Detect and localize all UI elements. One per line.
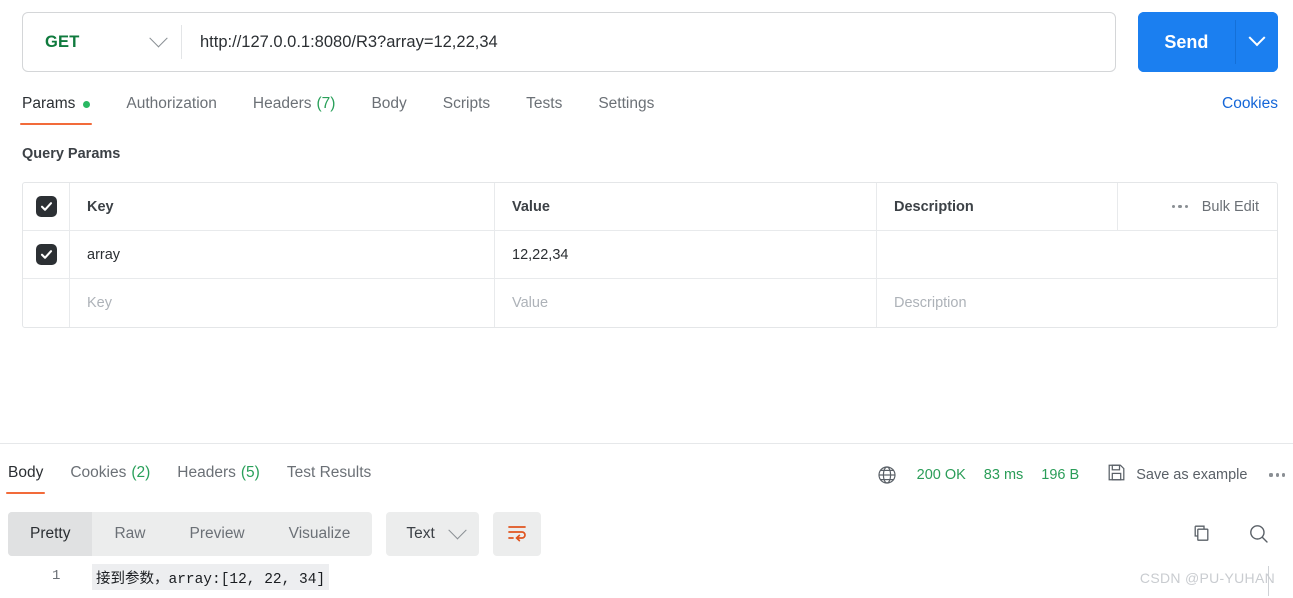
chevron-down-icon xyxy=(448,520,467,539)
row-value-value: 12,22,34 xyxy=(512,246,569,263)
save-as-example-label: Save as example xyxy=(1136,467,1248,483)
word-wrap-icon xyxy=(506,522,528,547)
response-tab-cookies[interactable]: Cookies (2) xyxy=(70,461,150,494)
row-checkbox[interactable] xyxy=(35,244,57,265)
column-header-value: Value xyxy=(495,183,877,230)
row-description-cell[interactable] xyxy=(877,231,1277,278)
column-header-description: Description xyxy=(877,183,1117,230)
body-format-selector[interactable]: Text xyxy=(386,512,479,556)
response-status: 200 OK xyxy=(916,467,966,483)
tab-authorization-label: Authorization xyxy=(126,95,217,112)
row-value-cell[interactable]: 12,22,34 xyxy=(495,231,877,278)
globe-icon[interactable] xyxy=(877,465,897,485)
row-key-cell[interactable]: array xyxy=(70,231,495,278)
response-tab-headers-label: Headers xyxy=(177,464,236,481)
response-tab-body[interactable]: Body xyxy=(5,461,46,494)
column-header-key: Key xyxy=(70,183,495,230)
tab-authorization[interactable]: Authorization xyxy=(126,92,216,125)
bulk-edit-cell: Bulk Edit xyxy=(1117,183,1277,230)
response-tab-test-results[interactable]: Test Results xyxy=(287,461,371,494)
table-header-row: Key Value Description Bulk Edit xyxy=(23,183,1277,231)
url-input[interactable] xyxy=(182,13,1115,71)
floppy-disk-icon xyxy=(1107,463,1126,487)
request-tabs: Params Authorization Headers (7) Body Sc… xyxy=(19,92,1278,132)
tab-headers-label: Headers xyxy=(252,95,312,112)
query-params-table: Key Value Description Bulk Edit array 12… xyxy=(22,182,1278,328)
response-time: 83 ms xyxy=(983,467,1024,483)
send-button[interactable]: Send xyxy=(1138,12,1235,72)
tab-tests-label: Tests xyxy=(526,95,563,112)
response-body-actions xyxy=(1191,512,1271,556)
line-number: 1 xyxy=(52,568,61,584)
body-view-raw[interactable]: Raw xyxy=(92,512,167,556)
body-view-pretty[interactable]: Pretty xyxy=(8,512,93,556)
response-body-toolbar: Pretty Raw Preview Visualize Text xyxy=(8,512,541,556)
magnifier-icon[interactable] xyxy=(1247,522,1271,546)
ellipsis-horizontal-icon[interactable] xyxy=(1172,204,1188,209)
row-value-placeholder: Value xyxy=(512,295,549,311)
tab-params-label: Params xyxy=(22,95,76,112)
response-size: 196 B xyxy=(1041,467,1080,483)
row-value-cell-empty[interactable]: Value xyxy=(495,279,877,327)
column-header-value-label: Value xyxy=(512,198,550,215)
tab-params[interactable]: Params xyxy=(19,92,93,125)
column-header-description-label: Description xyxy=(894,198,974,215)
chevron-down-icon xyxy=(149,28,168,47)
http-method-selector[interactable]: GET xyxy=(23,13,181,71)
response-body-editor[interactable]: 1 接到参数，array:[12, 22, 34] xyxy=(0,564,1293,598)
response-tabs: Body Cookies (2) Headers (5) Test Result… xyxy=(5,461,1285,501)
select-all-cell xyxy=(23,183,70,230)
postman-request-response-view: GET Send Params Authorization Headers (7… xyxy=(0,0,1293,598)
tab-body[interactable]: Body xyxy=(371,92,406,125)
table-row[interactable]: array 12,22,34 xyxy=(23,231,1277,279)
send-button-group: Send xyxy=(1138,12,1278,72)
tab-tests[interactable]: Tests xyxy=(526,92,562,125)
select-all-checkbox[interactable] xyxy=(35,196,57,217)
body-view-segmented-control: Pretty Raw Preview Visualize xyxy=(8,512,373,556)
column-header-key-label: Key xyxy=(87,198,114,215)
row-select-cell-empty xyxy=(23,279,70,327)
body-view-preview[interactable]: Preview xyxy=(168,512,267,556)
tab-body-label: Body xyxy=(371,95,407,112)
tab-scripts[interactable]: Scripts xyxy=(443,92,490,125)
http-method-label: GET xyxy=(45,32,80,51)
row-description-placeholder: Description xyxy=(894,295,967,311)
bulk-edit-button[interactable]: Bulk Edit xyxy=(1202,199,1259,215)
params-modified-dot-icon xyxy=(83,100,91,108)
watermark: CSDN @PU-YUHAN xyxy=(1139,570,1275,586)
request-url-row: GET Send xyxy=(22,12,1278,72)
chevron-down-icon xyxy=(1248,29,1266,47)
row-description-cell-empty[interactable]: Description xyxy=(877,279,1277,327)
body-view-visualize[interactable]: Visualize xyxy=(267,512,373,556)
response-more-options-icon[interactable] xyxy=(1269,473,1285,477)
response-tab-headers-count: (5) xyxy=(240,464,260,481)
url-bar: GET xyxy=(22,12,1116,72)
response-tab-body-label: Body xyxy=(8,464,44,481)
query-params-title: Query Params xyxy=(22,146,121,162)
pane-divider[interactable] xyxy=(0,443,1293,444)
cookies-link[interactable]: Cookies xyxy=(1222,92,1278,113)
tab-headers[interactable]: Headers (7) xyxy=(253,92,336,125)
send-options-button[interactable] xyxy=(1235,12,1278,72)
copy-icon[interactable] xyxy=(1191,523,1213,545)
tab-scripts-label: Scripts xyxy=(442,95,491,112)
response-tab-cookies-label: Cookies xyxy=(70,464,127,481)
table-row-empty[interactable]: Key Value Description xyxy=(23,279,1277,327)
response-tab-cookies-count: (2) xyxy=(131,464,151,481)
response-tab-test-results-label: Test Results xyxy=(286,464,372,481)
response-tab-headers[interactable]: Headers (5) xyxy=(177,461,260,494)
response-body-line: 接到参数，array:[12, 22, 34] xyxy=(92,564,330,590)
word-wrap-button[interactable] xyxy=(492,512,541,556)
body-format-label: Text xyxy=(406,525,435,542)
row-select-cell xyxy=(23,231,70,278)
tab-headers-count: (7) xyxy=(316,95,336,112)
tab-settings-label: Settings xyxy=(598,95,655,112)
row-key-value: array xyxy=(87,246,121,263)
tab-settings[interactable]: Settings xyxy=(598,92,654,125)
row-key-placeholder: Key xyxy=(87,295,112,311)
response-meta: 200 OK 83 ms 196 B Save as example xyxy=(877,461,1285,487)
row-key-cell-empty[interactable]: Key xyxy=(70,279,495,327)
save-as-example-button[interactable]: Save as example xyxy=(1107,463,1247,487)
